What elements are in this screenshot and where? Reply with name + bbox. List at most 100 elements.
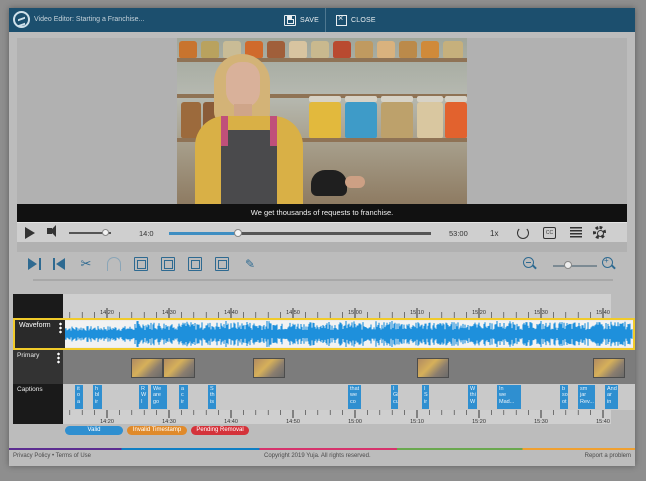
undo-icon[interactable] (107, 257, 121, 271)
timeline-scrollbar[interactable] (17, 275, 627, 285)
waveform-track-label: Waveform (15, 320, 65, 348)
save-button[interactable]: SAVE (284, 13, 319, 27)
caption-block[interactable]: And ar in (605, 385, 618, 409)
video-frame[interactable] (177, 38, 467, 204)
ruler-ticks: 14:20 14:30 14:40 14:50 15:00 15:10 15:20 15:30… (69, 308, 610, 318)
caption-text: ot (562, 398, 567, 405)
zoom-in-icon[interactable] (602, 256, 613, 268)
bottom-ruler-ticks: 14:20 14:30 14:40 14:50 15:00 15:10 15:20 15:30… (69, 410, 610, 424)
caption-text: ir (424, 398, 428, 405)
header-divider (325, 8, 326, 32)
video-thumbnail[interactable] (131, 358, 163, 378)
caption-text: W (470, 398, 476, 405)
ruler-time-label: 15:40 (596, 419, 610, 424)
report-problem-link[interactable]: Report a problem (585, 453, 631, 459)
closed-captions-button[interactable]: CC (543, 227, 556, 239)
caption-text: Rev... (580, 398, 594, 405)
track-menu-icon[interactable] (57, 352, 60, 364)
add-caption-icon[interactable] (134, 257, 148, 271)
ruler-time-label: 15:00 (348, 419, 362, 424)
ruler-time-label: 15:30 (534, 419, 548, 424)
duration: 53:00 (449, 229, 468, 238)
primary-track[interactable]: Primary (13, 350, 635, 384)
ruler-time-label: 15:40 (596, 310, 610, 316)
transcript-list-icon[interactable] (570, 227, 582, 239)
caption-text: so (562, 392, 568, 399)
ruler-time-label: 14:50 (286, 310, 300, 316)
caption-block[interactable]: it o a (75, 385, 83, 409)
caption-block[interactable]: b so ot (560, 385, 568, 409)
captions-track[interactable]: Captions it o a h bl ir R W I We are go a c ir Sth is tha… (13, 384, 635, 410)
ruler-time-label: 15:30 (534, 310, 548, 316)
caption-block[interactable]: I Sir (422, 385, 429, 409)
bottom-ruler-label-column (13, 410, 63, 424)
caption-block[interactable]: a c ir (179, 385, 188, 409)
scissors-icon[interactable]: ✂ (79, 257, 93, 271)
waveform-track[interactable]: Waveform (13, 318, 635, 350)
video-thumbnail[interactable] (163, 358, 195, 378)
yuja-logo-icon (13, 11, 30, 28)
caption-text: co (350, 398, 356, 405)
caption-status-legend: Valid Invalid Timestamp Pending Removal (65, 426, 249, 436)
terms-of-use-link[interactable]: Terms of Use (56, 453, 91, 459)
caption-block[interactable]: In we Mad... (497, 385, 521, 409)
ruler-label-column (13, 294, 63, 318)
pencil-icon[interactable]: ✎ (243, 257, 257, 271)
editing-toolbar: ✂ ✎ (17, 254, 627, 274)
timeline: 14:20 14:30 14:40 14:50 15:00 15:10 15:20 15:30… (13, 294, 635, 424)
skip-start-icon[interactable] (27, 257, 41, 271)
ruler-time-label: 15:00 (348, 310, 362, 316)
caption-text: in (607, 398, 612, 405)
ruler-time-label: 14:40 (224, 310, 238, 316)
zoom-out-icon[interactable] (523, 257, 534, 268)
caption-text: W (141, 392, 147, 399)
caption-block[interactable]: Wthi W (468, 385, 477, 409)
editor-window: Video Editor: Starting a Franchise... SA… (9, 8, 635, 466)
split-icon[interactable] (188, 257, 202, 271)
caption-text: I (141, 398, 143, 405)
legend-invalid-timestamp: Invalid Timestamp (127, 426, 187, 435)
caption-block[interactable]: that we co (348, 385, 361, 409)
caption-block[interactable]: sm jar Rev... (578, 385, 595, 409)
close-button[interactable]: CLOSE (336, 13, 376, 27)
caption-text: bl (95, 392, 100, 399)
track-menu-icon[interactable] (59, 322, 62, 334)
volume-icon[interactable] (47, 225, 56, 237)
zoom-slider[interactable] (553, 265, 597, 267)
bottom-time-ruler[interactable]: 14:20 14:30 14:40 14:50 15:00 15:10 15:20 15:30… (63, 410, 611, 424)
caption-block[interactable]: We are go (151, 385, 167, 409)
ruler-time-label: 15:20 (472, 310, 486, 316)
text-icon[interactable] (215, 257, 229, 271)
replay-icon[interactable] (517, 227, 529, 239)
player-controls: 14:0 53:00 1x CC (17, 222, 627, 242)
settings-gear-icon[interactable] (593, 226, 606, 239)
top-bar: Video Editor: Starting a Franchise... SA… (9, 8, 635, 32)
ruler-time-label: 14:20 (100, 310, 114, 316)
caption-text: a (77, 398, 81, 405)
insert-clip-icon[interactable] (161, 257, 175, 271)
caption-block[interactable]: h bl ir (93, 385, 102, 409)
volume-slider-handle[interactable] (101, 229, 109, 236)
caption-text: is (210, 398, 214, 405)
progress-bar-fill (169, 232, 239, 235)
privacy-policy-link[interactable]: Privacy Policy (13, 453, 50, 459)
zoom-slider-handle[interactable] (564, 261, 573, 269)
caption-block[interactable]: RWI (139, 385, 148, 409)
audio-waveform (65, 321, 633, 347)
caption-text: go (153, 398, 160, 405)
progress-bar-handle[interactable] (234, 229, 243, 237)
caption-block[interactable]: Sth is (208, 385, 216, 409)
caption-text: th (210, 392, 215, 399)
time-ruler[interactable]: 14:20 14:30 14:40 14:50 15:00 15:10 15:20 15:30… (63, 294, 611, 318)
video-thumbnail[interactable] (593, 358, 625, 378)
playback-speed-button[interactable]: 1x (490, 229, 498, 238)
video-thumbnail[interactable] (417, 358, 449, 378)
editor-title: Video Editor: Starting a Franchise... (34, 16, 145, 23)
caption-text: S (424, 392, 428, 399)
skip-back-icon[interactable] (53, 257, 67, 271)
ruler-time-label: 14:40 (224, 419, 238, 424)
video-player: We get thousands of requests to franchis… (17, 38, 627, 252)
video-thumbnail[interactable] (253, 358, 285, 378)
caption-block[interactable]: I Gi cu (391, 385, 398, 409)
play-icon[interactable] (25, 227, 35, 239)
